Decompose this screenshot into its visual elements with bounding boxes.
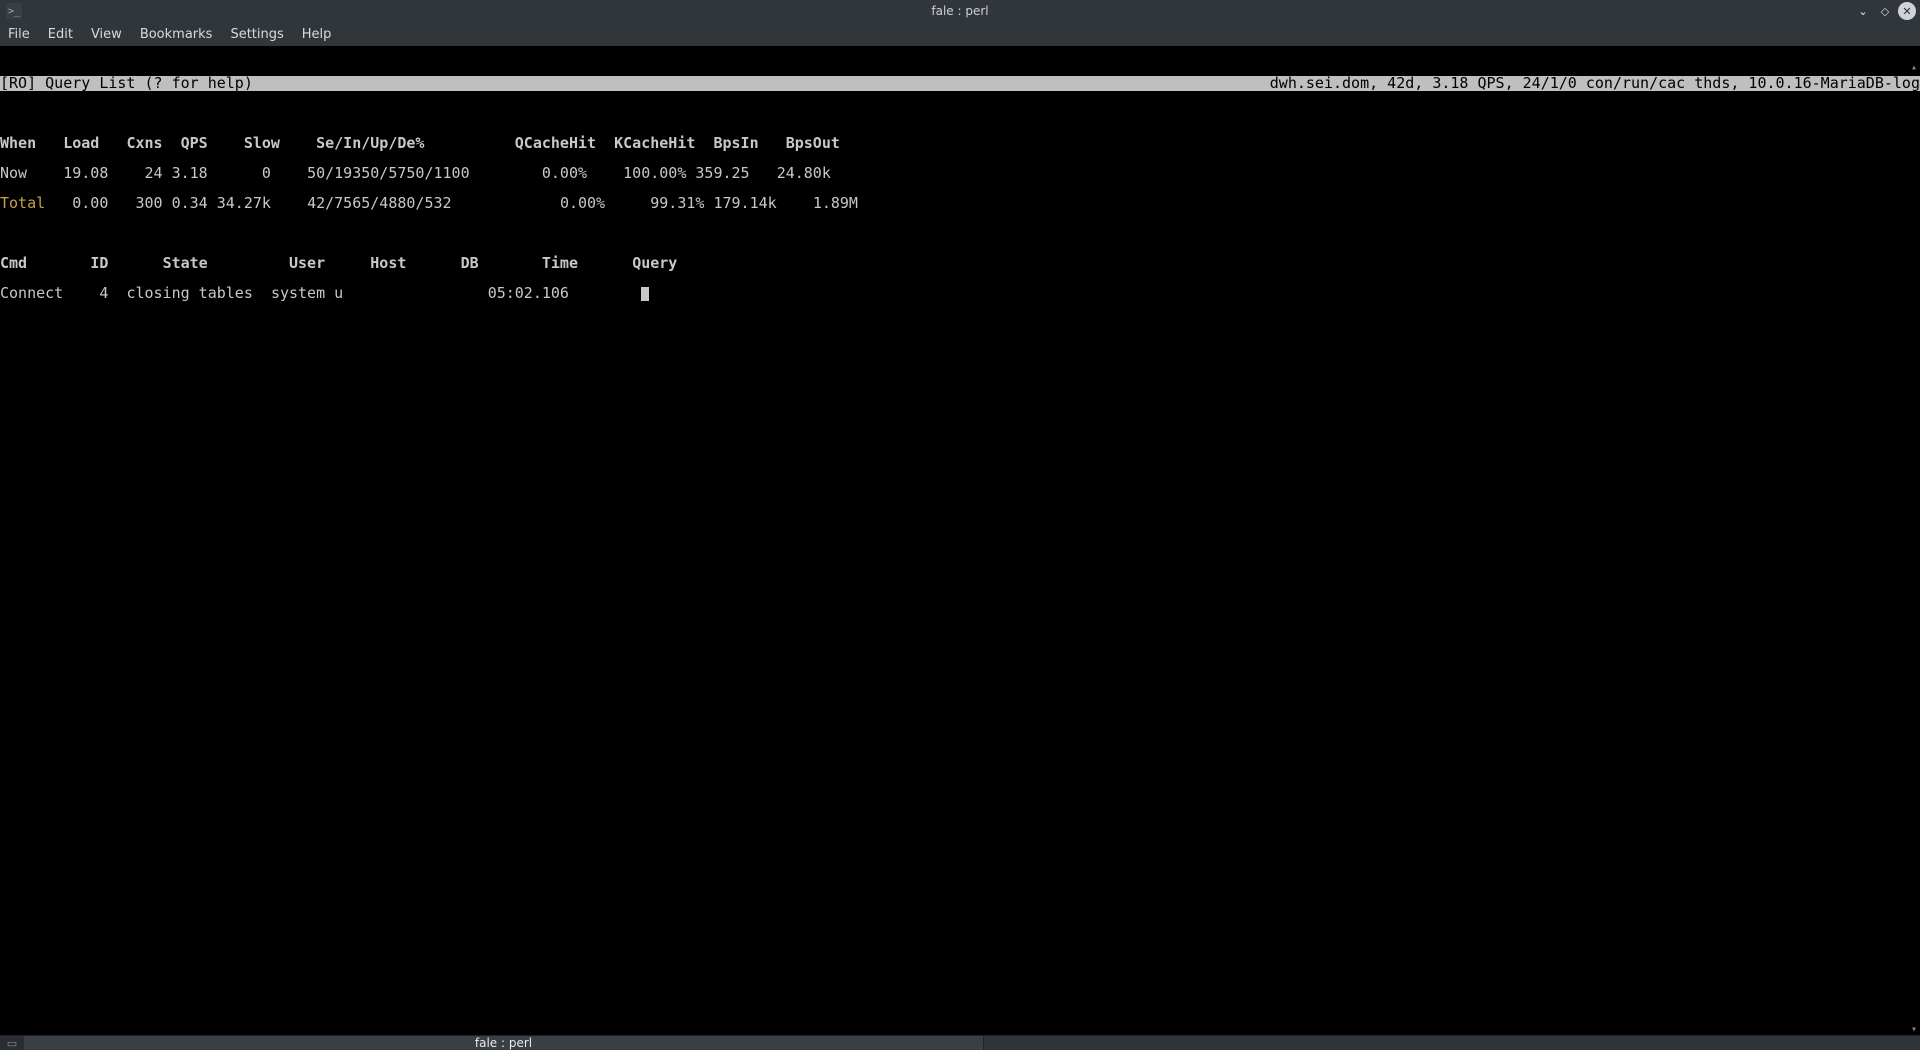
cell-bpsin: 179.14k	[713, 194, 776, 212]
cursor	[641, 287, 649, 301]
maximize-diamond-icon[interactable]: ◇	[1876, 2, 1894, 20]
cell-user: system u	[271, 284, 343, 302]
terminal-tabbar: ▭ fale : perl	[0, 1035, 1920, 1050]
menu-view[interactable]: View	[91, 27, 122, 42]
cell-id: 4	[99, 284, 108, 302]
col-qps: QPS	[181, 134, 208, 152]
app-icon: >_	[6, 3, 22, 19]
mytop-status-bar: [RO] Query List (? for help) dwh.sei.dom,…	[0, 76, 1920, 91]
scrollbar-down-icon[interactable]: ▾	[1908, 1023, 1920, 1035]
cell-bpsout: 24.80k	[777, 164, 831, 182]
cell-qps: 0.34	[172, 194, 208, 212]
close-icon[interactable]: ✕	[1898, 2, 1916, 20]
col-db: DB	[461, 254, 479, 272]
col-bpsout: BpsOut	[786, 134, 840, 152]
cell-load: 0.00	[72, 194, 108, 212]
col-cxns: Cxns	[126, 134, 162, 152]
col-time: Time	[542, 254, 578, 272]
menubar: File Edit View Bookmarks Settings Help	[0, 22, 1920, 46]
cell-kcachehit: 100.00%	[623, 164, 686, 182]
cell-time: 05:02.106	[488, 284, 569, 302]
stats-header-row: When Load Cxns QPS Slow Se/In/Up/De% QCa…	[0, 136, 1920, 151]
blank-line	[0, 226, 1920, 241]
status-right: dwh.sei.dom, 42d, 3.18 QPS, 24/1/0 con/r…	[1270, 76, 1920, 91]
col-state: State	[163, 254, 208, 272]
cell-when: Total	[0, 194, 45, 212]
cell-kcachehit: 99.31%	[650, 194, 704, 212]
cell-slow: 34.27k	[217, 194, 271, 212]
cell-when: Now	[0, 164, 27, 182]
cell-state: closing tables	[126, 284, 252, 302]
chevron-down-icon[interactable]: ⌄	[1854, 2, 1872, 20]
cell-load: 19.08	[63, 164, 108, 182]
window-controls: ⌄ ◇ ✕	[1854, 2, 1916, 20]
stats-row-total: Total 0.00 300 0.34 34.27k 42/7565/4880/…	[0, 196, 1920, 211]
menu-help[interactable]: Help	[302, 27, 332, 42]
col-query: Query	[632, 254, 677, 272]
window-titlebar: >_ fale : perl ⌄ ◇ ✕	[0, 0, 1920, 22]
cell-bpsout: 1.89M	[813, 194, 858, 212]
cell-seinupde: 50/19350/5750/1100	[307, 164, 470, 182]
cell-qcachehit: 0.00%	[560, 194, 605, 212]
window-title: fale : perl	[931, 4, 988, 18]
col-kcachehit: KCacheHit	[614, 134, 695, 152]
terminal-output[interactable]: [RO] Query List (? for help) dwh.sei.dom,…	[0, 46, 1920, 1035]
cell-cxns: 300	[135, 194, 162, 212]
scrollbar-up-icon[interactable]: ▴	[1908, 61, 1920, 73]
proc-row: Connect 4 closing tables system u 05:02.…	[0, 286, 1920, 301]
stats-row-now: Now 19.08 24 3.18 0 50/19350/5750/1100 0…	[0, 166, 1920, 181]
col-qcachehit: QCacheHit	[515, 134, 596, 152]
cell-bpsin: 359.25	[695, 164, 749, 182]
menu-bookmarks[interactable]: Bookmarks	[140, 27, 213, 42]
cell-cmd: Connect	[0, 284, 63, 302]
cell-qcachehit: 0.00%	[542, 164, 587, 182]
col-id: ID	[90, 254, 108, 272]
status-left: [RO] Query List (? for help)	[0, 76, 253, 91]
cell-cxns: 24	[145, 164, 163, 182]
terminal-tab[interactable]: fale : perl	[24, 1036, 984, 1050]
proc-header-row: Cmd ID State User Host DB Time Query	[0, 256, 1920, 271]
col-user: User	[289, 254, 325, 272]
menu-settings[interactable]: Settings	[230, 27, 283, 42]
cell-seinupde: 42/7565/4880/532	[307, 194, 452, 212]
cell-qps: 3.18	[172, 164, 208, 182]
col-cmd: Cmd	[0, 254, 27, 272]
new-tab-button[interactable]: ▭	[0, 1036, 24, 1050]
col-bpsin: BpsIn	[713, 134, 758, 152]
col-host: Host	[370, 254, 406, 272]
cell-slow: 0	[262, 164, 271, 182]
col-when: When	[0, 134, 36, 152]
menu-edit[interactable]: Edit	[48, 27, 73, 42]
col-load: Load	[63, 134, 99, 152]
menu-file[interactable]: File	[8, 27, 30, 42]
col-slow: Slow	[244, 134, 280, 152]
blank-line	[0, 106, 1920, 121]
col-seinupde: Se/In/Up/De%	[316, 134, 424, 152]
